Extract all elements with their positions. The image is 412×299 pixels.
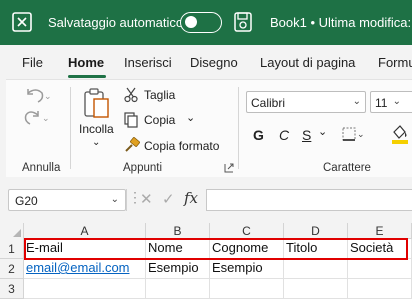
select-all-triangle-icon <box>13 229 21 237</box>
autosave-toggle[interactable] <box>180 12 222 33</box>
ribbon: ⌄ ⌄ Annulla Incolla ⌄ Taglia Copia ⌄ Cop… <box>0 79 412 177</box>
cell-c2[interactable]: Esempio <box>210 259 284 279</box>
group-separator <box>238 87 239 169</box>
cell-b1[interactable]: Nome <box>146 239 210 259</box>
copy-icon[interactable] <box>124 112 138 128</box>
row-header-2[interactable]: 2 <box>0 259 24 279</box>
paste-dropdown-chevron-icon[interactable]: ⌄ <box>92 137 100 148</box>
undo-group-label: Annulla <box>22 162 61 174</box>
font-group-label: Carattere <box>323 162 371 174</box>
cell-c1[interactable]: Cognome <box>210 239 284 259</box>
name-box-value: G20 <box>15 194 38 208</box>
cell-a1[interactable]: E-mail <box>24 239 146 259</box>
cell-b3[interactable] <box>146 279 210 299</box>
cell-e3[interactable] <box>348 279 412 299</box>
cell-e2[interactable] <box>348 259 412 279</box>
clipboard-group-label: Appunti <box>123 162 163 174</box>
chevron-down-icon: ⌄ <box>110 194 119 205</box>
ribbon-tabs: File Home Inserisci Disegno Layout di pa… <box>0 45 412 79</box>
toggle-knob <box>185 16 197 28</box>
tab-formulas[interactable]: Formu <box>378 55 412 70</box>
underline-button[interactable]: S <box>302 127 311 143</box>
column-header-e[interactable]: E <box>348 223 412 239</box>
column-header-c[interactable]: C <box>210 223 284 239</box>
font-name-value: Calibri <box>251 96 286 110</box>
column-header-d[interactable]: D <box>284 223 348 239</box>
insert-function-button[interactable]: fx <box>184 189 198 207</box>
name-box[interactable]: G20 ⌄ <box>8 189 126 211</box>
cut-label[interactable]: Taglia <box>144 88 175 102</box>
cell-c3[interactable] <box>210 279 284 299</box>
confirm-entry-icon[interactable]: ✓ <box>162 190 175 208</box>
formula-bar: G20 ⌄ ⋮ ✕ ✓ fx <box>0 177 412 223</box>
format-painter-label[interactable]: Copia formato <box>144 139 219 153</box>
font-size-dropdown[interactable]: 11 ⌄ <box>370 91 412 113</box>
cell-d2[interactable] <box>284 259 348 279</box>
paste-label[interactable]: Incolla <box>79 122 114 136</box>
dialog-launcher-icon[interactable] <box>224 163 234 173</box>
svg-text:⌄: ⌄ <box>357 130 364 140</box>
group-separator <box>70 87 71 169</box>
row-header-3[interactable]: 3 <box>0 279 24 299</box>
paste-icon[interactable] <box>82 87 112 121</box>
select-all-button[interactable] <box>0 223 24 239</box>
fill-color-icon[interactable] <box>390 123 410 145</box>
formula-bar-separator <box>126 189 127 211</box>
row-header-1[interactable]: 1 <box>0 239 24 259</box>
undo-icon[interactable]: ⌄ <box>24 87 50 105</box>
redo-icon[interactable]: ⌄ <box>24 109 50 127</box>
cell-b2[interactable]: Esempio <box>146 259 210 279</box>
cell-d1[interactable]: Titolo <box>284 239 348 259</box>
formula-input[interactable] <box>206 189 412 211</box>
chevron-down-icon: ⌄ <box>392 96 401 107</box>
font-size-value: 11 <box>375 96 388 110</box>
format-painter-icon[interactable] <box>124 137 140 153</box>
cancel-entry-icon[interactable]: ✕ <box>140 190 153 208</box>
tab-page-layout[interactable]: Layout di pagina <box>260 55 355 70</box>
italic-button[interactable]: C <box>279 127 289 143</box>
copy-label[interactable]: Copia <box>144 113 175 127</box>
tab-insert[interactable]: Inserisci <box>124 55 172 70</box>
chevron-down-icon: ⌄ <box>352 96 361 107</box>
column-header-a[interactable]: A <box>24 223 146 239</box>
column-header-b[interactable]: B <box>146 223 210 239</box>
borders-icon[interactable]: ⌄ <box>342 127 364 143</box>
worksheet-grid: A B C D E 1 E-mail Nome Cognome Titolo S… <box>0 223 412 299</box>
underline-dropdown-chevron-icon[interactable]: ⌄ <box>318 125 327 138</box>
cell-d3[interactable] <box>284 279 348 299</box>
svg-text:⌄: ⌄ <box>42 114 50 124</box>
active-tab-indicator <box>68 75 106 78</box>
bold-button[interactable]: G <box>253 127 264 143</box>
cell-a2[interactable]: email@email.com <box>24 259 146 279</box>
tab-file[interactable]: File <box>22 55 43 70</box>
cell-e1[interactable]: Società <box>348 239 412 259</box>
cell-a3[interactable] <box>24 279 146 299</box>
tab-draw[interactable]: Disegno <box>190 55 238 70</box>
document-title: Book1 • Ultima modifica: 4 <box>270 15 412 30</box>
save-icon[interactable] <box>234 12 252 32</box>
svg-text:⌄: ⌄ <box>44 92 50 102</box>
copy-dropdown-chevron-icon[interactable]: ⌄ <box>186 111 195 124</box>
cut-icon[interactable] <box>124 87 138 103</box>
tab-home[interactable]: Home <box>68 55 104 70</box>
excel-logo-icon <box>12 12 32 32</box>
font-name-dropdown[interactable]: Calibri ⌄ <box>246 91 366 113</box>
title-bar: Salvataggio automatico Book1 • Ultima mo… <box>0 0 412 45</box>
autosave-label: Salvataggio automatico <box>48 15 184 30</box>
